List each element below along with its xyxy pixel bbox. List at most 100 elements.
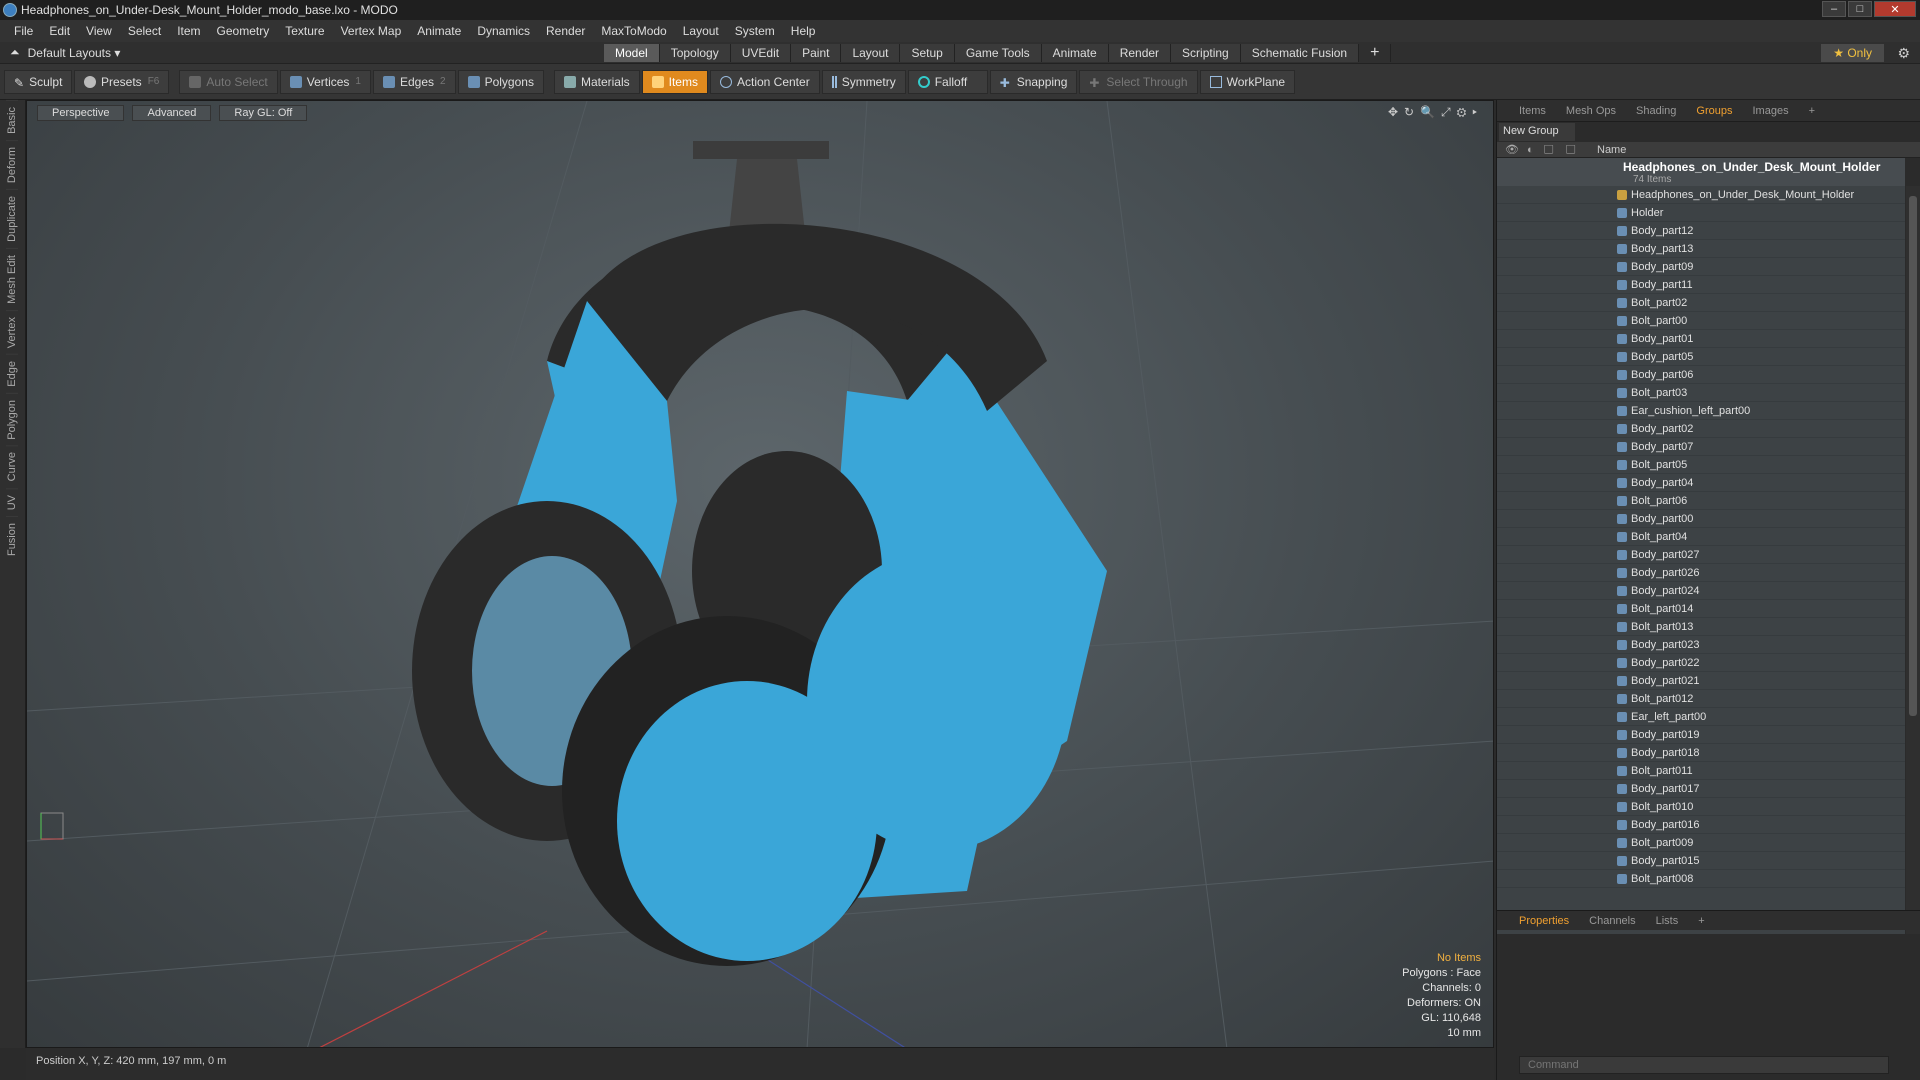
workplane-button[interactable]: WorkPlane [1199, 69, 1296, 94]
menu-file[interactable]: File [6, 24, 41, 38]
side-tab-curve[interactable]: Curve [6, 445, 18, 488]
menu-select[interactable]: Select [120, 24, 169, 38]
list-item[interactable]: Body_part015 [1497, 852, 1905, 870]
list-item[interactable]: Headphones_on_Under_Desk_Mount_Holder [1497, 186, 1905, 204]
symmetry-button[interactable]: Symmetry [821, 69, 906, 94]
vertices-button[interactable]: Vertices 1 [279, 69, 371, 94]
maximize-button[interactable]: □ [1848, 1, 1872, 17]
add-panel-tab-icon[interactable]: + [1688, 915, 1714, 927]
tab-mesh-ops[interactable]: Mesh Ops [1556, 105, 1626, 117]
raygl-toggle[interactable]: Ray GL: Off [219, 105, 308, 121]
list-item[interactable]: Bolt_part011 [1497, 762, 1905, 780]
tab-setup[interactable]: Setup [900, 44, 955, 62]
layout-selector[interactable]: Default Layouts ▾ [28, 46, 121, 60]
only-button[interactable]: ★ Only [1821, 44, 1884, 62]
add-panel-tab-icon[interactable]: + [1799, 105, 1825, 117]
list-item[interactable]: Body_part017 [1497, 780, 1905, 798]
tab-render[interactable]: Render [1108, 44, 1172, 62]
list-item[interactable]: Bolt_part03 [1497, 384, 1905, 402]
tab-shading[interactable]: Shading [1626, 105, 1686, 117]
command-input[interactable] [1519, 1056, 1889, 1074]
list-item[interactable]: Body_part022 [1497, 654, 1905, 672]
items-button[interactable]: Items [641, 69, 708, 94]
side-tab-edge[interactable]: Edge [6, 353, 18, 393]
tab-images[interactable]: Images [1743, 105, 1799, 117]
list-item[interactable]: Bolt_part010 [1497, 798, 1905, 816]
list-item[interactable]: Body_part00 [1497, 510, 1905, 528]
scrollbar-thumb[interactable] [1909, 196, 1917, 716]
side-tab-vertex[interactable]: Vertex [6, 309, 18, 354]
name-column-header[interactable]: Name [1597, 144, 1626, 156]
minimize-button[interactable]: – [1822, 1, 1846, 17]
list-item[interactable]: Body_part01 [1497, 330, 1905, 348]
tab-paint[interactable]: Paint [791, 44, 842, 62]
gear-icon[interactable]: ⚙ [1897, 45, 1910, 62]
menu-render[interactable]: Render [538, 24, 593, 38]
tab-topology[interactable]: Topology [659, 44, 731, 62]
menu-animate[interactable]: Animate [409, 24, 469, 38]
tab-scripting[interactable]: Scripting [1171, 44, 1241, 62]
tab-channels[interactable]: Channels [1579, 915, 1645, 927]
list-item[interactable]: Holder [1497, 204, 1905, 222]
tab-model[interactable]: Model [604, 44, 660, 62]
menu-vertex-map[interactable]: Vertex Map [333, 24, 410, 38]
list-item[interactable]: Body_part026 [1497, 564, 1905, 582]
materials-button[interactable]: Materials [553, 69, 640, 94]
snapping-button[interactable]: ✚ Snapping [989, 69, 1078, 94]
list-item[interactable]: Body_part023 [1497, 636, 1905, 654]
list-item[interactable]: Bolt_part06 [1497, 492, 1905, 510]
side-tab-basic[interactable]: Basic [6, 100, 18, 140]
menu-geometry[interactable]: Geometry [209, 24, 278, 38]
list-item[interactable]: Body_part12 [1497, 222, 1905, 240]
list-item[interactable]: Body_part05 [1497, 348, 1905, 366]
viewport-nav-icons[interactable]: ✥↻🔍⤢⚙▸ [1388, 105, 1483, 120]
side-tab-uv[interactable]: UV [6, 487, 18, 517]
new-group-button[interactable]: New Group [1499, 123, 1575, 141]
menu-edit[interactable]: Edit [41, 24, 78, 38]
falloff-button[interactable]: Falloff [907, 69, 988, 94]
list-item[interactable]: Body_part09 [1497, 258, 1905, 276]
list-item[interactable]: Body_part04 [1497, 474, 1905, 492]
side-tab-mesh-edit[interactable]: Mesh Edit [6, 247, 18, 310]
group-header-row[interactable]: Headphones_on_Under_Desk_Mount_Holder 74… [1497, 158, 1905, 186]
tab-uvedit[interactable]: UVEdit [730, 44, 792, 62]
tab-game-tools[interactable]: Game Tools [954, 44, 1042, 62]
view-mode-dropdown[interactable]: Perspective [37, 105, 125, 121]
list-item[interactable]: Body_part027 [1497, 546, 1905, 564]
polygons-button[interactable]: Polygons [457, 69, 544, 94]
menu-view[interactable]: View [78, 24, 120, 38]
list-item[interactable]: Body_part016 [1497, 816, 1905, 834]
list-item[interactable]: Body_part024 [1497, 582, 1905, 600]
tab-groups[interactable]: Groups [1686, 105, 1742, 117]
list-item[interactable]: Bolt_part009 [1497, 834, 1905, 852]
auto-select-button[interactable]: Auto Select [179, 69, 278, 94]
side-tab-deform[interactable]: Deform [6, 139, 18, 189]
list-item[interactable]: Body_part11 [1497, 276, 1905, 294]
menu-help[interactable]: Help [783, 24, 824, 38]
list-item[interactable]: Bolt_part008 [1497, 870, 1905, 888]
tab-properties[interactable]: Properties [1509, 915, 1579, 927]
menu-system[interactable]: System [727, 24, 783, 38]
tab-lists[interactable]: Lists [1646, 915, 1689, 927]
sculpt-button[interactable]: ✎ Sculpt [4, 69, 72, 94]
list-item[interactable]: Body_part02 [1497, 420, 1905, 438]
action-center-button[interactable]: Action Center [709, 69, 820, 94]
list-item[interactable]: Bolt_part00 [1497, 312, 1905, 330]
select-through-button[interactable]: ✚ Select Through [1079, 69, 1198, 94]
presets-button[interactable]: Presets F6 [74, 69, 170, 94]
list-item[interactable]: Bolt_part013 [1497, 618, 1905, 636]
list-item[interactable]: Bolt_part05 [1497, 456, 1905, 474]
menu-texture[interactable]: Texture [277, 24, 332, 38]
layout-toggle-icon[interactable]: ⏶ [10, 45, 20, 60]
list-item[interactable]: Body_part018 [1497, 744, 1905, 762]
tab-items[interactable]: Items [1509, 105, 1556, 117]
list-item[interactable]: Bolt_part014 [1497, 600, 1905, 618]
tab-schematic-fusion[interactable]: Schematic Fusion [1240, 44, 1360, 62]
add-tab-icon[interactable]: + [1359, 44, 1392, 62]
side-tab-polygon[interactable]: Polygon [6, 392, 18, 446]
menu-maxtomodo[interactable]: MaxToModo [593, 24, 674, 38]
tab-animate[interactable]: Animate [1041, 44, 1109, 62]
list-item[interactable]: Bolt_part02 [1497, 294, 1905, 312]
edges-button[interactable]: Edges 2 [372, 69, 456, 94]
list-item[interactable]: Ear_left_part00 [1497, 708, 1905, 726]
